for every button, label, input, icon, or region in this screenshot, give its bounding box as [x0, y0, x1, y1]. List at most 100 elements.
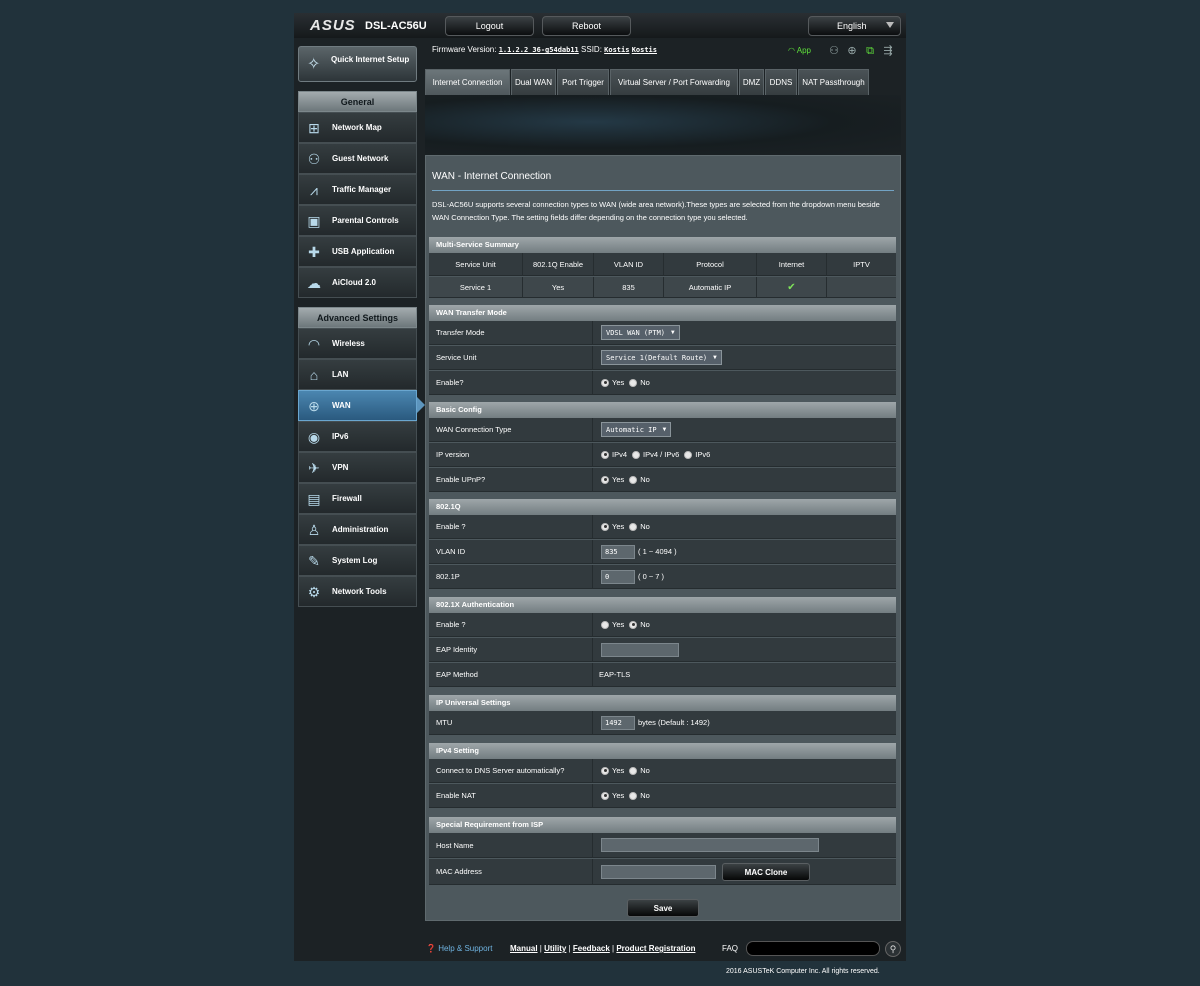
utility-link[interactable]: Utility — [544, 944, 566, 953]
dns-auto-yes-radio[interactable] — [601, 766, 609, 775]
eap-identity-input[interactable] — [601, 642, 679, 657]
sidebar-item-aicloud[interactable]: ☁ AiCloud 2.0 — [298, 267, 417, 298]
sidebar-item-administration[interactable]: ♙ Administration — [298, 514, 417, 545]
dns-auto-no-radio[interactable] — [629, 766, 638, 775]
link-separator: | — [539, 944, 542, 953]
feedback-link[interactable]: Feedback — [573, 944, 610, 953]
x-enable-no-radio[interactable] — [629, 620, 638, 629]
nat-yes-radio[interactable] — [601, 791, 609, 800]
eap-method-label: EAP Method — [429, 663, 593, 686]
sidebar-item-label: LAN — [332, 370, 349, 379]
cell-protocol: Automatic IP — [664, 277, 757, 298]
conn-type-select[interactable]: Automatic IP ▼ — [601, 422, 672, 437]
ssid-link-2[interactable]: Kostis — [632, 46, 657, 54]
section-ipv4: IPv4 Setting — [429, 743, 896, 759]
tab-dmz[interactable]: DMZ — [739, 69, 764, 95]
tab-virtual-server[interactable]: Virtual Server / Port Forwarding — [610, 69, 738, 95]
wan-enable-yes-radio[interactable] — [601, 378, 609, 387]
sidebar-item-traffic-manager[interactable]: ⩘ Traffic Manager — [298, 174, 417, 205]
sidebar-item-network-tools[interactable]: ⚙ Network Tools — [298, 576, 417, 607]
globe-icon[interactable]: ⊕ — [846, 45, 858, 57]
transfer-mode-select[interactable]: VDSL WAN (PTM) ▼ — [601, 325, 680, 340]
sidebar-item-usb-application[interactable]: ✚ USB Application — [298, 236, 417, 267]
cell-8021q-enable: Yes — [523, 277, 594, 298]
sidebar-item-label: Traffic Manager — [332, 185, 392, 194]
quick-internet-setup-button[interactable]: ✧ Quick Internet Setup — [298, 46, 417, 82]
eap-method-value: EAP-TLS — [599, 670, 631, 679]
upnp-yes-radio[interactable] — [601, 475, 609, 484]
manual-link[interactable]: Manual — [510, 944, 538, 953]
sidebar-item-lan[interactable]: ⌂ LAN — [298, 359, 417, 390]
network-map-icon: ⊞ — [308, 120, 320, 136]
upnp-row: Enable UPnP? Yes No — [429, 468, 896, 492]
q-enable-no-radio[interactable] — [629, 522, 638, 531]
chevron-down-icon: ▼ — [662, 426, 667, 433]
sidebar-item-wan[interactable]: ⊕ WAN — [298, 390, 417, 421]
dns-auto-label: Connect to DNS Server automatically? — [429, 759, 593, 782]
upnp-label: Enable UPnP? — [429, 468, 593, 491]
q-enable-yes-radio[interactable] — [601, 522, 609, 531]
sidebar-item-network-map[interactable]: ⊞ Network Map — [298, 112, 417, 143]
traffic-chart-icon: ⩘ — [310, 182, 318, 198]
tab-ddns[interactable]: DDNS — [765, 69, 797, 95]
sidebar-item-vpn[interactable]: ✈ VPN — [298, 452, 417, 483]
tab-nat-passthrough[interactable]: NAT Passthrough — [798, 69, 869, 95]
quick-setup-label: Quick Internet Setup — [331, 55, 410, 64]
save-button[interactable]: Save — [627, 899, 699, 917]
advanced-settings-heading: Advanced Settings — [298, 307, 417, 328]
usb-icon[interactable]: ⇶ — [882, 45, 894, 57]
sidebar-item-guest-network[interactable]: ⚇ Guest Network — [298, 143, 417, 174]
tab-dual-wan[interactable]: Dual WAN — [511, 69, 556, 95]
mtu-input[interactable]: 1492 — [601, 715, 635, 730]
app-link[interactable]: ◠ App — [788, 46, 811, 55]
x-enable-yes-radio[interactable] — [601, 620, 609, 629]
sidebar-item-firewall[interactable]: ▤ Firewall — [298, 483, 417, 514]
service-unit-select[interactable]: Service 1(Default Route) ▼ — [601, 350, 722, 365]
sidebar-item-label: VPN — [332, 463, 349, 472]
sidebar-item-wireless[interactable]: ◠ Wireless — [298, 328, 417, 359]
logout-button[interactable]: Logout — [445, 16, 534, 36]
8021p-row: 802.1P 0( 0 ~ 7 ) — [429, 565, 896, 589]
reboot-button[interactable]: Reboot — [542, 16, 631, 36]
network-status-icon[interactable]: ⧉ — [864, 45, 876, 57]
product-registration-link[interactable]: Product Registration — [616, 944, 695, 953]
host-name-input[interactable] — [601, 838, 819, 852]
sidebar-item-parental-controls[interactable]: ▣ Parental Controls — [298, 205, 417, 236]
ip-version-label: IP version — [429, 443, 593, 466]
8021p-input[interactable]: 0 — [601, 569, 635, 584]
tab-internet-connection[interactable]: Internet Connection — [425, 69, 510, 95]
ssid-link-1[interactable]: Kostis — [604, 46, 629, 54]
8021p-range-hint: ( 0 ~ 7 ) — [638, 572, 665, 581]
radio-label: IPv6 — [695, 450, 711, 459]
x-enable-label: Enable ? — [429, 613, 593, 636]
tab-port-trigger[interactable]: Port Trigger — [557, 69, 609, 95]
wan-enable-no-radio[interactable] — [629, 378, 638, 387]
faq-label: FAQ — [722, 944, 739, 953]
mac-address-input[interactable] — [601, 864, 716, 879]
ssid-label: SSID: — [581, 45, 602, 54]
radio-label: No — [640, 766, 650, 775]
link-separator: | — [568, 944, 571, 953]
ipv6-radio[interactable] — [684, 450, 693, 459]
sidebar-item-ipv6[interactable]: ◉ IPv6 — [298, 421, 417, 452]
users-icon[interactable]: ⚇ — [828, 45, 840, 57]
vlan-id-input[interactable]: 835 — [601, 544, 635, 559]
chevron-down-icon — [886, 22, 894, 28]
upnp-no-radio[interactable] — [629, 475, 638, 484]
eap-identity-label: EAP Identity — [429, 638, 593, 661]
sidebar-item-system-log[interactable]: ✎ System Log — [298, 545, 417, 576]
search-icon[interactable]: ⚲ — [885, 941, 901, 957]
ipv4-radio[interactable] — [601, 450, 609, 459]
firmware-version-link[interactable]: 1.1.2.2_36-g54dab11 — [499, 46, 579, 54]
faq-search-input[interactable] — [746, 941, 880, 956]
sidebar-item-label: System Log — [332, 556, 378, 565]
globe-icon: ⊕ — [308, 398, 320, 414]
help-support-link[interactable]: ❓ Help & Support — [426, 944, 492, 953]
internet-check-icon: ✔ — [757, 277, 827, 298]
sidebar-item-label: Network Map — [332, 123, 382, 132]
ipv4-ipv6-radio[interactable] — [632, 450, 641, 459]
radio-label: Yes — [612, 791, 625, 800]
mac-clone-button[interactable]: MAC Clone — [722, 863, 810, 881]
col-8021q-enable: 802.1Q Enable — [523, 253, 594, 276]
nat-no-radio[interactable] — [629, 791, 638, 800]
